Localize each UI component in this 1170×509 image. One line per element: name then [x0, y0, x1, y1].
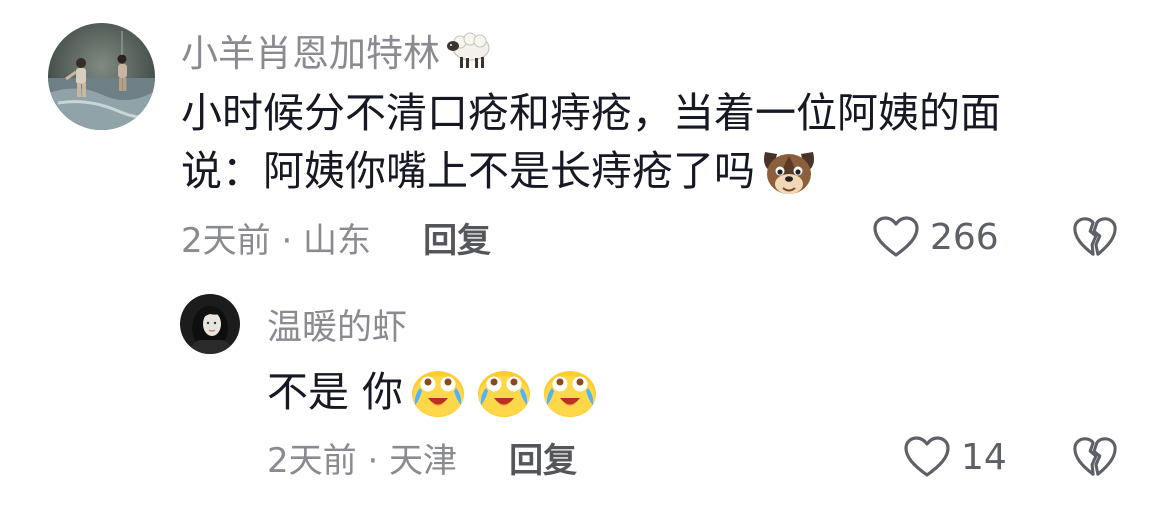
broken-heart-icon	[1073, 217, 1117, 256]
reply-time-location: 2天前 · 天津	[267, 440, 458, 481]
comment-meta: 2天前 · 山东 回复	[181, 213, 491, 261]
crying-laugh-emoji	[541, 365, 599, 419]
replier-username[interactable]: 温暖的虾	[267, 302, 407, 348]
sheep-icon	[444, 28, 492, 72]
crying-laugh-emoji	[409, 365, 467, 419]
crying-laugh-emoji	[475, 365, 533, 419]
comment-line-2: 说：阿姨你嘴上不是长痔疮了吗	[181, 142, 1101, 200]
commenter-username[interactable]: 小羊肖恩加特林	[181, 26, 492, 75]
reply-dislike-button[interactable]	[1072, 434, 1118, 480]
reply-meta: 2天前 · 天津 回复	[267, 433, 577, 481]
reply-text: 不是 你	[267, 368, 404, 416]
reply-like-button[interactable]: 14	[903, 433, 1007, 481]
comment-line-1: 小时候分不清口疮和痔疮，当着一位阿姨的面	[181, 89, 1001, 137]
reply-like-count: 14	[961, 436, 1007, 478]
commenter-avatar[interactable]	[48, 23, 155, 130]
reply-body: 不是 你	[267, 363, 867, 421]
username-text: 小羊肖恩加特林	[181, 32, 440, 75]
heart-outline-icon	[873, 216, 919, 257]
broken-heart-icon	[1073, 437, 1117, 476]
like-count: 266	[930, 216, 999, 258]
reply-reply-button[interactable]: 回复	[509, 433, 577, 482]
comment-body: 小时候分不清口疮和痔疮，当着一位阿姨的面 说：阿姨你嘴上不是长痔疮了吗	[181, 84, 1101, 200]
reply-button[interactable]: 回复	[423, 213, 491, 262]
comment-line-2-text: 说：阿姨你嘴上不是长痔疮了吗	[181, 147, 755, 195]
dog-face-emoji	[759, 142, 819, 200]
dislike-button[interactable]	[1072, 214, 1118, 260]
comment-time-location: 2天前 · 山东	[181, 220, 372, 261]
heart-outline-icon	[904, 436, 950, 477]
replier-avatar[interactable]	[180, 294, 240, 354]
reply-emoji-group	[409, 365, 599, 419]
like-button[interactable]: 266	[872, 213, 999, 261]
